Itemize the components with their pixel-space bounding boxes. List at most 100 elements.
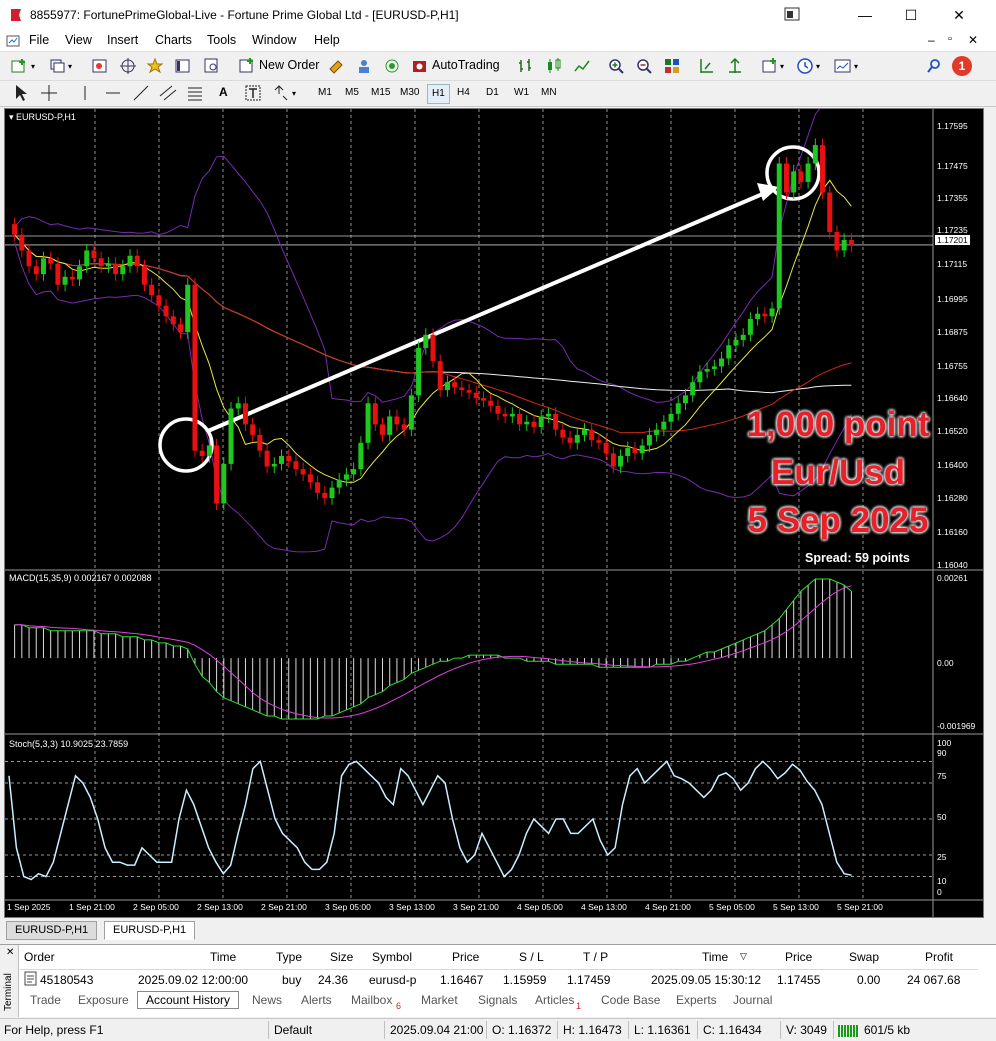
- auto-scroll-icon[interactable]: [725, 56, 745, 76]
- terminal-tab-market[interactable]: Market: [421, 993, 458, 1007]
- line-chart-icon[interactable]: [572, 56, 592, 76]
- terminal-tab-alerts[interactable]: Alerts: [301, 993, 332, 1007]
- candlestick-chart-icon[interactable]: [544, 56, 564, 76]
- chevron-down-icon[interactable]: ▾: [854, 62, 858, 71]
- menu-file[interactable]: File: [29, 33, 49, 47]
- timeframe-w1[interactable]: W1: [510, 84, 533, 102]
- chart-window[interactable]: ▾ EURUSD-P,H1 MACD(15,35,9) 0.002167 0.0…: [4, 108, 984, 918]
- templates-icon[interactable]: [833, 56, 853, 76]
- equidistant-channel-icon[interactable]: [158, 84, 178, 105]
- text-icon[interactable]: A: [219, 85, 228, 99]
- timeframe-m1[interactable]: M1: [314, 84, 336, 102]
- terminal-tab-journal[interactable]: Journal: [733, 993, 772, 1007]
- profiles-icon[interactable]: [48, 56, 68, 76]
- market-watch-icon[interactable]: [90, 56, 110, 76]
- menu-insert[interactable]: Insert: [107, 33, 138, 47]
- vertical-line-icon[interactable]: [80, 84, 90, 105]
- header-type[interactable]: Type: [276, 950, 302, 964]
- close-button[interactable]: ✕: [936, 0, 982, 31]
- signals-broadcast-icon[interactable]: [382, 56, 402, 76]
- notification-badge[interactable]: 1: [952, 56, 972, 76]
- timeframe-d1[interactable]: D1: [482, 84, 503, 102]
- mdi-minimize-button[interactable]: –: [928, 33, 935, 47]
- bar-chart-icon[interactable]: [516, 56, 536, 76]
- mdi-close-button[interactable]: ✕: [968, 33, 978, 47]
- cursor-icon[interactable]: [14, 84, 28, 105]
- menu-window[interactable]: Window: [252, 33, 296, 47]
- header-tp[interactable]: T / P: [583, 950, 608, 964]
- terminal-tab-mailbox[interactable]: Mailbox: [351, 993, 392, 1007]
- terminal-tab-news[interactable]: News: [252, 993, 282, 1007]
- timeframe-h1[interactable]: H1: [427, 84, 450, 104]
- timeframe-m30[interactable]: M30: [396, 84, 423, 102]
- candle-body: [394, 416, 400, 425]
- chevron-down-icon[interactable]: ▾: [68, 62, 72, 71]
- header-profit[interactable]: Profit: [925, 950, 953, 964]
- chart-tab-active[interactable]: EURUSD-P,H1: [104, 921, 196, 940]
- header-sl[interactable]: S / L: [519, 950, 544, 964]
- timeframe-m15[interactable]: M15: [367, 84, 394, 102]
- trendline-icon[interactable]: [132, 84, 150, 105]
- fibonacci-icon[interactable]: [186, 84, 206, 105]
- timeframe-h4[interactable]: H4: [453, 84, 474, 102]
- chart-menu-arrow-icon[interactable]: ▾: [9, 112, 14, 122]
- terminal-tab-account-history[interactable]: Account History: [137, 991, 240, 1009]
- tile-windows-icon[interactable]: [662, 56, 682, 76]
- menu-view[interactable]: View: [65, 33, 92, 47]
- new-order-button[interactable]: New Order: [259, 58, 319, 72]
- menu-tools[interactable]: Tools: [207, 33, 236, 47]
- chart-shift-icon[interactable]: [697, 56, 717, 76]
- row-order[interactable]: 45180543: [40, 973, 93, 987]
- arrows-icon[interactable]: [272, 84, 290, 105]
- autotrading-button[interactable]: AutoTrading: [432, 58, 500, 72]
- chevron-down-icon[interactable]: ▾: [780, 62, 784, 71]
- text-label-icon[interactable]: [244, 84, 262, 105]
- metaeditor-icon[interactable]: [326, 56, 346, 76]
- autotrading-icon[interactable]: [410, 56, 430, 76]
- terminal-tab-exposure[interactable]: Exposure: [78, 993, 129, 1007]
- timeframe-m5[interactable]: M5: [341, 84, 363, 102]
- terminal-tab-articles[interactable]: Articles: [535, 993, 574, 1007]
- header-symbol[interactable]: Symbol: [372, 950, 412, 964]
- periods-clock-icon[interactable]: [795, 56, 815, 76]
- minimize-button[interactable]: —: [842, 0, 888, 31]
- chevron-down-icon[interactable]: ▾: [816, 62, 820, 71]
- mdi-restore-button[interactable]: ▫: [948, 33, 952, 45]
- maximize-button[interactable]: ☐: [888, 0, 934, 31]
- timeframe-mn[interactable]: MN: [537, 84, 561, 102]
- terminal-tab-experts[interactable]: Experts: [676, 993, 717, 1007]
- new-chart-icon[interactable]: [10, 56, 30, 76]
- favorites-icon[interactable]: [145, 56, 165, 76]
- chevron-down-icon[interactable]: ▾: [31, 62, 35, 71]
- header-time[interactable]: Time: [210, 950, 236, 964]
- terminal-tab-signals[interactable]: Signals: [478, 993, 517, 1007]
- terminal-tab-trade[interactable]: Trade: [30, 993, 61, 1007]
- navigator-icon[interactable]: [118, 56, 138, 76]
- terminal-icon[interactable]: [173, 56, 193, 76]
- window-layout-icon[interactable]: [784, 6, 800, 22]
- header-size[interactable]: Size: [330, 950, 353, 964]
- search-icon[interactable]: [924, 56, 944, 76]
- header-close-time[interactable]: Time: [702, 950, 728, 964]
- menu-help[interactable]: Help: [314, 33, 340, 47]
- horizontal-line-icon[interactable]: [104, 84, 122, 105]
- status-separator: [628, 1021, 629, 1039]
- terminal-tab-code-base[interactable]: Code Base: [601, 993, 660, 1007]
- indicators-icon[interactable]: [760, 56, 780, 76]
- crosshair-icon[interactable]: [40, 84, 58, 105]
- header-swap[interactable]: Swap: [849, 950, 879, 964]
- candle-body: [783, 163, 789, 193]
- chevron-down-icon[interactable]: ▾: [292, 89, 296, 98]
- strategy-tester-icon[interactable]: [202, 56, 222, 76]
- trading-signals-icon[interactable]: [354, 56, 374, 76]
- new-order-icon[interactable]: [237, 56, 257, 76]
- terminal-close-icon[interactable]: ✕: [6, 947, 14, 958]
- header-order[interactable]: Order: [24, 950, 55, 964]
- zoom-in-icon[interactable]: [606, 56, 626, 76]
- header-price[interactable]: Price: [452, 950, 479, 964]
- candle-body: [156, 295, 162, 306]
- menu-charts[interactable]: Charts: [155, 33, 192, 47]
- chart-tab[interactable]: EURUSD-P,H1: [6, 921, 98, 940]
- zoom-out-icon[interactable]: [634, 56, 654, 76]
- header-close-price[interactable]: Price: [785, 950, 812, 964]
